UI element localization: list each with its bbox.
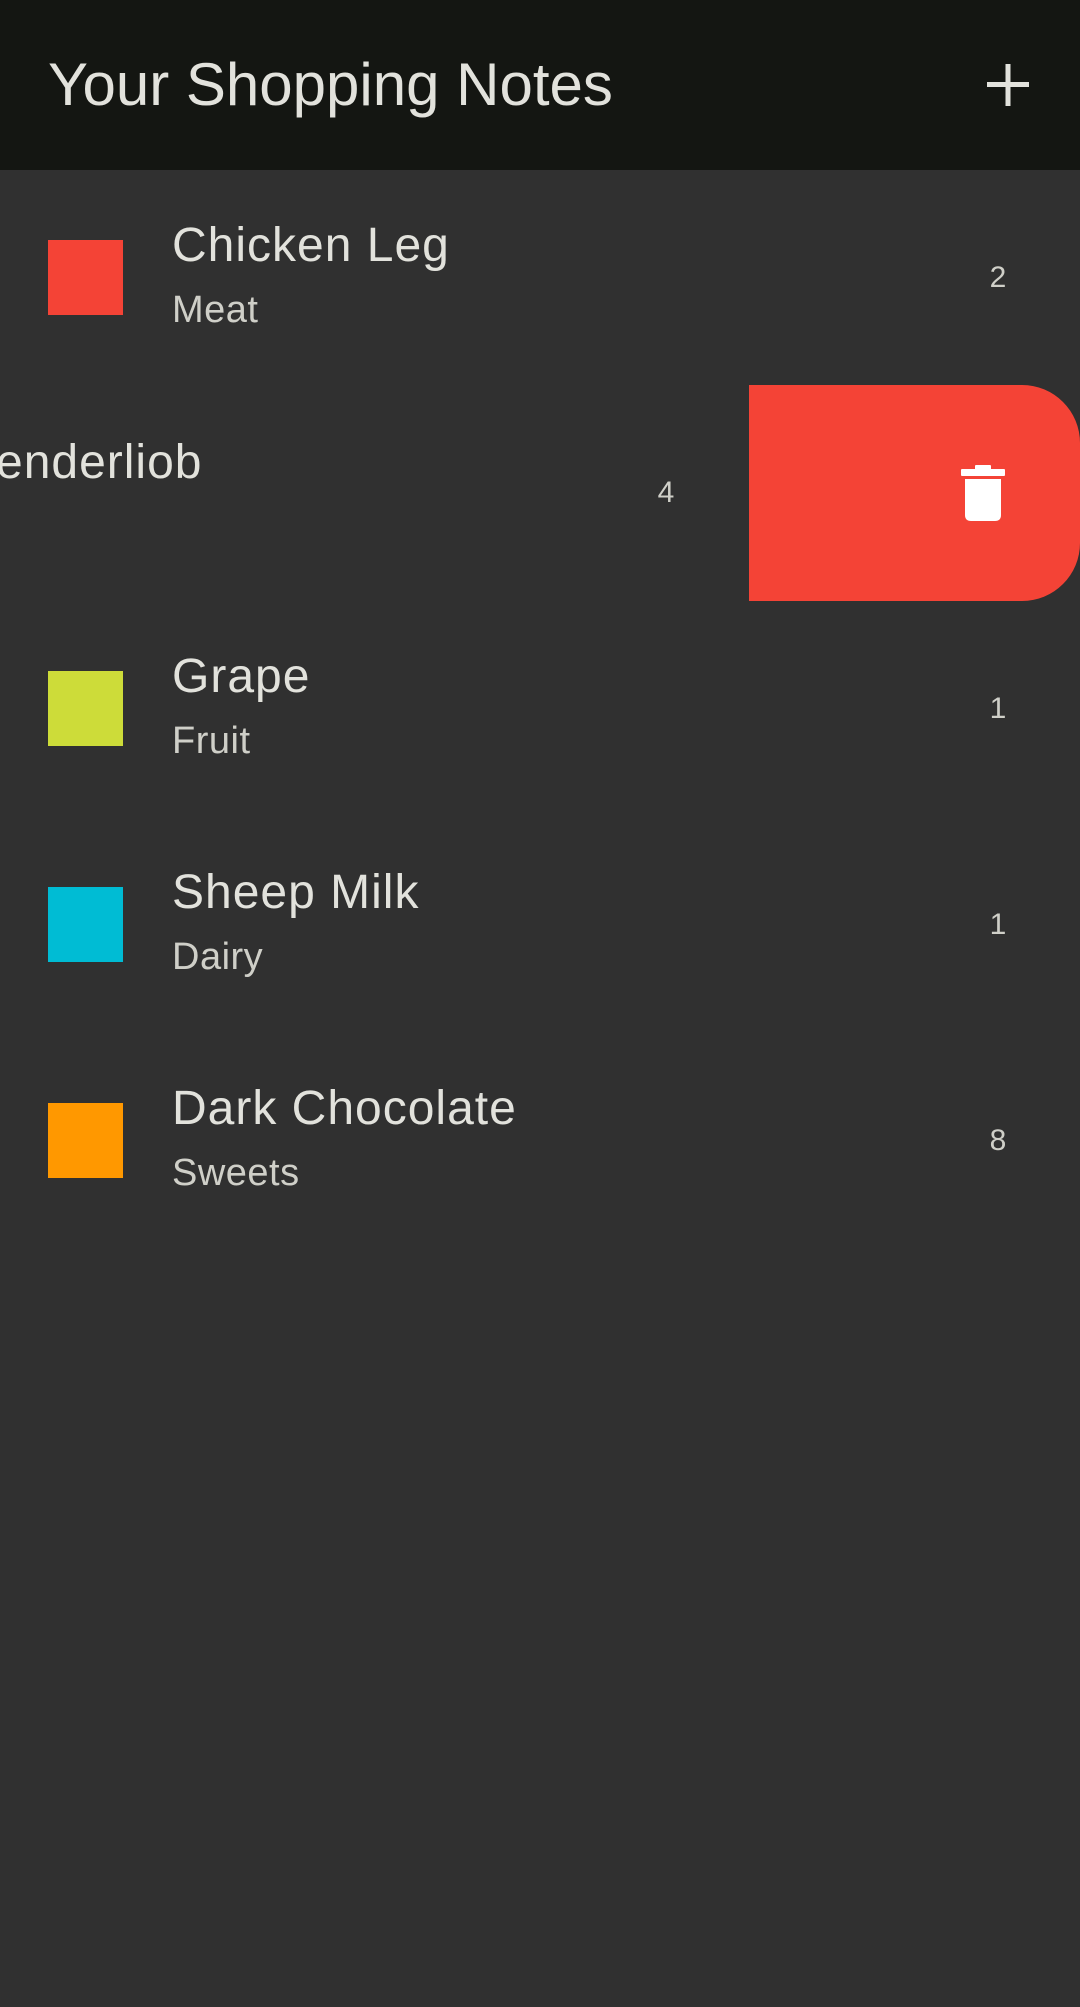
list-item[interactable]: Sheep Milk Dairy 1 bbox=[0, 817, 1080, 1033]
list-item-swiped[interactable]: enderliob 4 bbox=[0, 385, 1080, 601]
item-category: Meat bbox=[172, 289, 259, 331]
plus-icon bbox=[987, 64, 1029, 106]
list-item[interactable]: Chicken Leg Meat 2 bbox=[0, 170, 1080, 386]
item-quantity: 1 bbox=[989, 908, 1007, 941]
item-quantity: 2 bbox=[989, 261, 1007, 294]
app-bar: Your Shopping Notes bbox=[0, 0, 1080, 170]
trash-icon bbox=[961, 465, 1005, 521]
item-quantity: 8 bbox=[989, 1124, 1007, 1157]
add-item-button[interactable] bbox=[968, 52, 1048, 118]
item-name: Sheep Milk bbox=[172, 866, 420, 919]
item-name: Chicken Leg bbox=[172, 219, 450, 272]
shopping-list: Chicken Leg Meat 2 enderliob 4 Grape Fru… bbox=[0, 170, 1080, 2007]
item-category: Fruit bbox=[172, 720, 251, 762]
item-name: Grape bbox=[172, 650, 311, 703]
item-category: Sweets bbox=[172, 1152, 300, 1194]
item-quantity: 4 bbox=[657, 476, 675, 509]
delete-swipe-action[interactable] bbox=[749, 385, 1080, 601]
item-name: Dark Chocolate bbox=[172, 1082, 517, 1135]
page-title: Your Shopping Notes bbox=[48, 51, 613, 118]
list-item[interactable]: Grape Fruit 1 bbox=[0, 601, 1080, 817]
category-color-swatch bbox=[48, 887, 123, 962]
list-item[interactable]: Dark Chocolate Sweets 8 bbox=[0, 1033, 1080, 1249]
category-color-swatch bbox=[48, 671, 123, 746]
item-quantity: 1 bbox=[989, 692, 1007, 725]
item-category: Dairy bbox=[172, 936, 264, 978]
category-color-swatch bbox=[48, 240, 123, 315]
item-name: enderliob bbox=[0, 436, 203, 489]
category-color-swatch bbox=[48, 1103, 123, 1178]
